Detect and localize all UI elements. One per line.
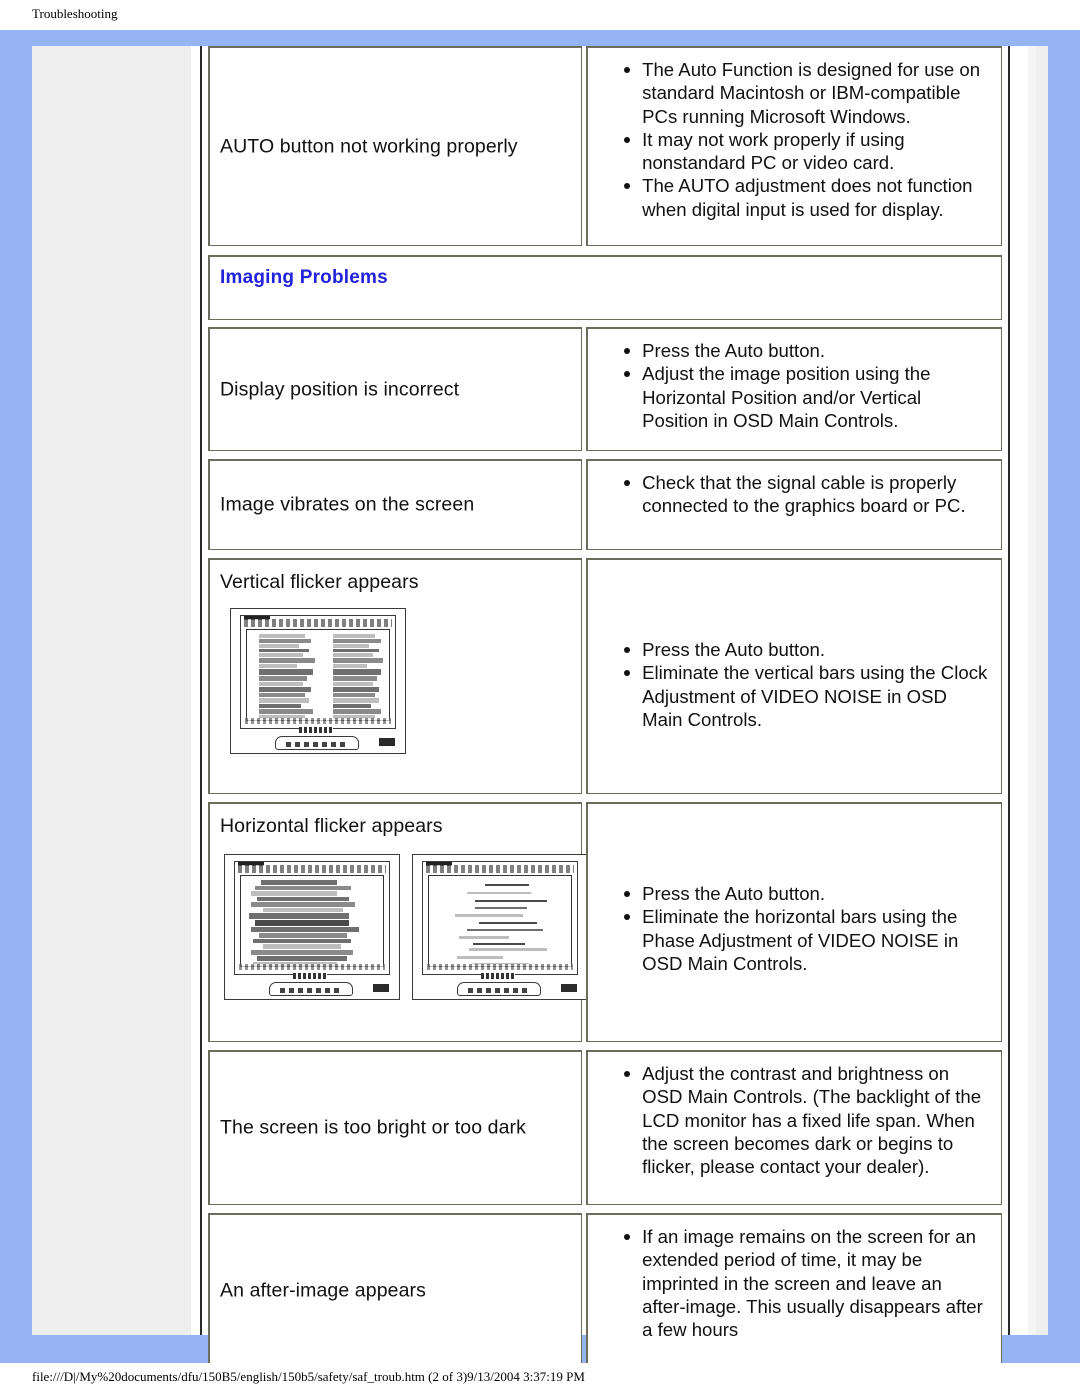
window-statusbar bbox=[245, 718, 391, 724]
symptom-cell: The screen is too bright or too dark bbox=[208, 1050, 583, 1205]
table-row: Horizontal flicker appears Press the Aut… bbox=[208, 802, 1002, 1042]
symptom-cell: Image vibrates on the screen bbox=[208, 459, 583, 550]
symptom-label: An after-image appears bbox=[220, 1279, 426, 1301]
solution-list: Press the Auto button. Adjust the image … bbox=[616, 339, 989, 432]
solution-item: Adjust the contrast and brightness on OS… bbox=[616, 1062, 989, 1178]
section-heading: Imaging Problems bbox=[220, 267, 388, 288]
monitor-buttons bbox=[280, 988, 342, 993]
monitor-power-led bbox=[379, 738, 395, 746]
solution-list: The Auto Function is designed for use on… bbox=[616, 58, 989, 221]
solution-list: Adjust the contrast and brightness on OS… bbox=[616, 1062, 989, 1178]
monitor-illustration-horizontal-noise-before bbox=[224, 854, 400, 1000]
table-row: Image vibrates on the screen Check that … bbox=[208, 459, 1002, 550]
window-titlebar bbox=[238, 865, 386, 873]
table-row: The screen is too bright or too dark Adj… bbox=[208, 1050, 1002, 1205]
content-sheet: AUTO button not working properly The Aut… bbox=[32, 46, 1048, 1367]
solution-item: Press the Auto button. bbox=[616, 339, 989, 362]
troubleshooting-table: AUTO button not working properly The Aut… bbox=[200, 46, 1010, 1367]
monitor-screen bbox=[428, 875, 572, 967]
solution-item: Eliminate the vertical bars using the Cl… bbox=[616, 661, 989, 731]
section-heading-row: Imaging Problems bbox=[208, 255, 1002, 320]
print-header: Troubleshooting bbox=[0, 0, 1080, 30]
symptom-label: Horizontal flicker appears bbox=[220, 815, 443, 837]
section-heading-cell: Imaging Problems bbox=[208, 255, 1002, 320]
symptom-cell: AUTO button not working properly bbox=[208, 46, 583, 246]
right-margin-shade-outer bbox=[1036, 46, 1048, 1335]
window-titlebar bbox=[244, 619, 392, 627]
monitor-brand-logo bbox=[481, 973, 515, 979]
solution-item: The AUTO adjustment does not function wh… bbox=[616, 174, 989, 221]
solution-cell: Press the Auto button. Eliminate the hor… bbox=[586, 802, 1002, 1042]
solution-item: Adjust the image position using the Hori… bbox=[616, 362, 989, 432]
monitor-illustration-horizontal-noise-after bbox=[412, 854, 588, 1000]
solution-cell: Press the Auto button. Eliminate the ver… bbox=[586, 558, 1002, 794]
solution-item: Press the Auto button. bbox=[616, 882, 989, 905]
solution-item: The Auto Function is designed for use on… bbox=[616, 58, 989, 128]
monitor-brand-logo bbox=[293, 973, 327, 979]
monitor-illustration-vertical-noise bbox=[230, 608, 406, 754]
solution-list: Press the Auto button. Eliminate the ver… bbox=[616, 638, 989, 731]
monitor-brand-logo bbox=[299, 727, 333, 733]
window-titlebar bbox=[426, 865, 574, 873]
right-margin-shade bbox=[1028, 46, 1036, 1335]
solution-item: Check that the signal cable is properly … bbox=[616, 471, 989, 518]
monitor-buttons bbox=[468, 988, 530, 993]
print-header-title: Troubleshooting bbox=[32, 6, 118, 21]
symptom-cell: Horizontal flicker appears bbox=[208, 802, 588, 1042]
table-row: An after-image appears If an image remai… bbox=[208, 1213, 1002, 1367]
print-footer-url: file:///D|/My%20documents/dfu/150B5/engl… bbox=[32, 1369, 585, 1384]
symptom-cell: Vertical flicker appears bbox=[208, 558, 583, 794]
solution-item: Press the Auto button. bbox=[616, 638, 989, 661]
nav-separator bbox=[191, 46, 200, 1335]
print-footer: file:///D|/My%20documents/dfu/150B5/engl… bbox=[0, 1363, 1080, 1397]
monitor-screen bbox=[240, 875, 384, 967]
symptom-label: Display position is incorrect bbox=[220, 378, 460, 400]
monitor-control-panel bbox=[457, 982, 541, 996]
symptom-label: The screen is too bright or too dark bbox=[220, 1116, 527, 1139]
solution-item: It may not work properly if using nonsta… bbox=[616, 128, 989, 175]
window-statusbar bbox=[239, 964, 385, 970]
monitor-screen bbox=[246, 629, 390, 721]
monitor-power-led bbox=[561, 984, 577, 992]
solution-cell: Press the Auto button. Adjust the image … bbox=[586, 327, 1002, 451]
table-row: Display position is incorrect Press the … bbox=[208, 327, 1002, 451]
window-statusbar bbox=[427, 964, 573, 970]
solution-item: Eliminate the horizontal bars using the … bbox=[616, 905, 989, 975]
solution-item: If an image remains on the screen for an… bbox=[616, 1225, 989, 1341]
monitor-bezel bbox=[240, 615, 396, 729]
table-row: AUTO button not working properly The Aut… bbox=[208, 46, 1002, 246]
table-row: Vertical flicker appears Press the Auto … bbox=[208, 558, 1002, 794]
solution-list: Check that the signal cable is properly … bbox=[616, 471, 989, 518]
monitor-bezel bbox=[234, 861, 390, 975]
solution-cell: The Auto Function is designed for use on… bbox=[586, 46, 1002, 246]
monitor-control-panel bbox=[269, 982, 353, 996]
symptom-cell: Display position is incorrect bbox=[208, 327, 583, 451]
symptom-label: Vertical flicker appears bbox=[220, 571, 419, 593]
monitor-control-panel bbox=[275, 736, 359, 750]
solution-list: Press the Auto button. Eliminate the hor… bbox=[616, 882, 989, 975]
symptom-label: Image vibrates on the screen bbox=[220, 493, 475, 516]
solution-cell: If an image remains on the screen for an… bbox=[586, 1213, 1002, 1367]
solution-list: If an image remains on the screen for an… bbox=[616, 1225, 989, 1341]
monitor-buttons bbox=[286, 742, 348, 747]
monitor-bezel bbox=[422, 861, 578, 975]
table-left-rule bbox=[200, 46, 202, 1335]
left-nav-column bbox=[32, 46, 191, 1335]
monitor-power-led bbox=[373, 984, 389, 992]
table-right-rule bbox=[1008, 46, 1010, 1335]
symptom-cell: An after-image appears bbox=[208, 1213, 583, 1367]
symptom-label: AUTO button not working properly bbox=[220, 135, 518, 157]
solution-cell: Adjust the contrast and brightness on OS… bbox=[586, 1050, 1002, 1205]
solution-cell: Check that the signal cable is properly … bbox=[586, 459, 1002, 550]
printed-page: Troubleshooting AUTO button not working … bbox=[0, 0, 1080, 1397]
